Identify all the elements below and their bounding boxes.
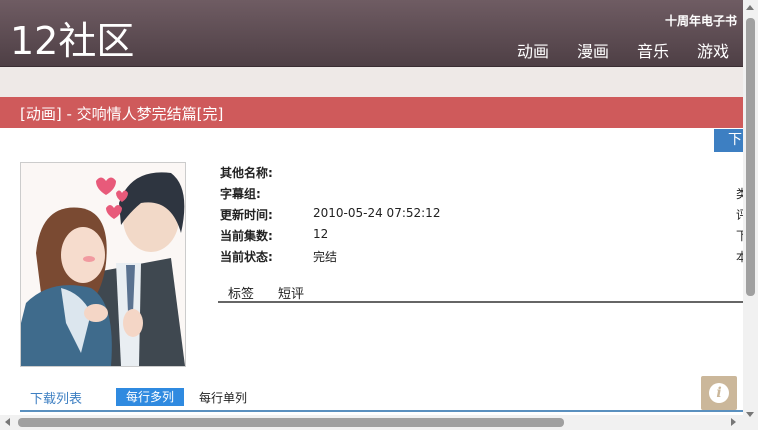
info-label: 其他名称: [220, 166, 273, 180]
cover-image [20, 162, 186, 367]
info-row: 其他名称: [220, 164, 440, 185]
info-label: 更新时间: [220, 208, 273, 222]
main-nav: 动画 漫画 音乐 游戏 [517, 38, 729, 62]
info-label: 字幕组: [220, 187, 261, 201]
site-header: 12社区 十周年电子书 动画 漫画 音乐 游戏 [0, 0, 743, 67]
info-value: 完结 [313, 250, 338, 264]
download-button[interactable]: 下 [714, 129, 743, 152]
tab-short-reviews[interactable]: 短评 [278, 283, 304, 302]
info-row: 当前状态: 完结 [220, 248, 440, 269]
horizontal-scrollbar[interactable] [0, 415, 743, 430]
nav-item-game[interactable]: 游戏 [697, 38, 729, 62]
nav-item-comic[interactable]: 漫画 [577, 38, 609, 62]
cover-illustration [21, 163, 185, 366]
scroll-left-icon[interactable] [5, 418, 10, 426]
scroll-right-icon[interactable] [731, 418, 736, 426]
page-title-bar: [动画] - 交响情人梦完结篇[完] [0, 97, 743, 128]
sub-nav-strip [0, 67, 743, 97]
info-row: 更新时间: 2010-05-24 07:52:12 [220, 206, 440, 227]
detail-tabs: 标签 短评 [218, 283, 743, 303]
info-row: 当前集数: 12 [220, 227, 440, 248]
nav-item-anime[interactable]: 动画 [517, 38, 549, 62]
nav-item-music[interactable]: 音乐 [637, 38, 669, 62]
horizontal-scroll-thumb[interactable] [18, 418, 564, 427]
vertical-scroll-thumb[interactable] [746, 18, 755, 296]
info-label: 当前集数: [220, 229, 273, 243]
page-title: [动画] - 交响情人梦完结篇[完] [20, 105, 224, 123]
single-column-toggle[interactable]: 每行单列 [199, 389, 247, 406]
info-row: 字幕组: [220, 185, 440, 206]
site-logo[interactable]: 12社区 [10, 10, 134, 65]
scroll-up-icon[interactable] [746, 5, 754, 10]
tab-tags[interactable]: 标签 [228, 283, 254, 302]
info-value: 2010-05-24 07:52:12 [313, 206, 441, 220]
info-label: 当前状态: [220, 250, 273, 264]
info-table: 其他名称: 字幕组: 更新时间: 2010-05-24 07:52:12 当前集数… [220, 164, 440, 269]
download-list-title[interactable]: 下载列表 [30, 388, 82, 407]
anniversary-link[interactable]: 十周年电子书 [665, 12, 737, 29]
download-list-header: 下载列表 每行多列 每行单列 [20, 388, 743, 412]
scroll-down-icon[interactable] [746, 412, 754, 417]
info-icon: i [709, 383, 729, 403]
info-value: 12 [313, 227, 329, 241]
multi-column-toggle[interactable]: 每行多列 [116, 388, 184, 406]
vertical-scrollbar[interactable] [743, 0, 758, 430]
info-button[interactable]: i [701, 376, 737, 410]
